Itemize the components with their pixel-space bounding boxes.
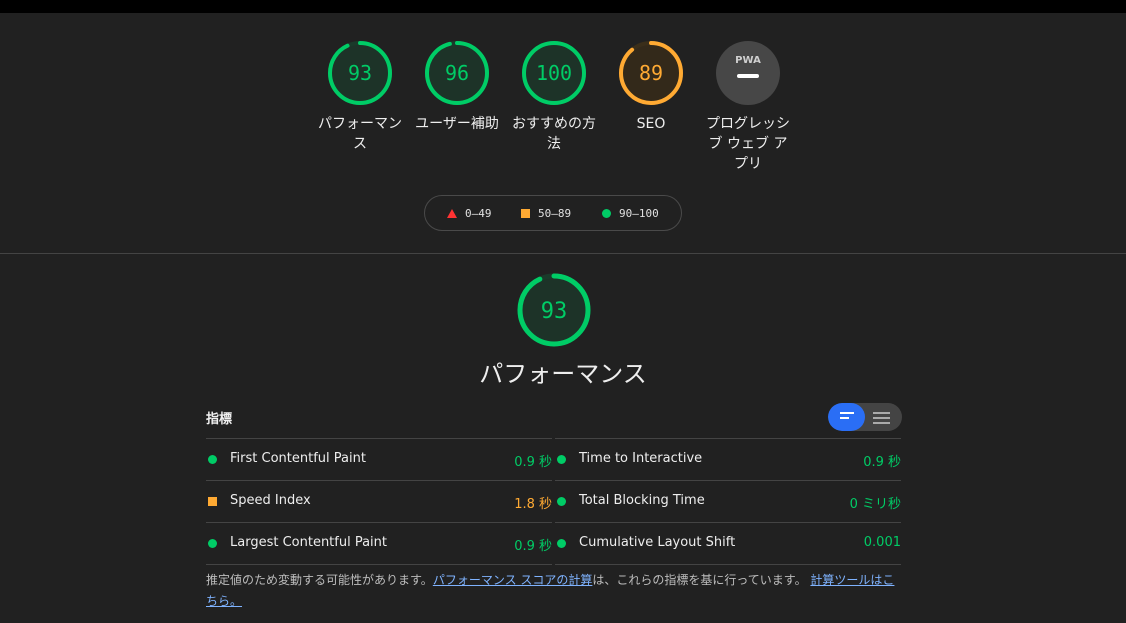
gauge-best-practices-score: 100: [536, 61, 572, 85]
metric-value: 1.8 秒: [514, 497, 552, 512]
gauge-seo-ring: 89: [619, 41, 683, 105]
score-legend: 0–49 50–89 90–100: [424, 195, 682, 231]
metrics-view-toggle[interactable]: [828, 403, 902, 431]
metric-name: Time to Interactive: [579, 451, 703, 466]
pass-circle-icon: [208, 455, 217, 464]
metric-value: 0.9 秒: [514, 539, 552, 554]
metric-value: 0.9 秒: [863, 455, 901, 470]
pass-circle-icon: [557, 539, 566, 548]
pass-circle-icon: [557, 455, 566, 464]
metric-value: 0.9 秒: [514, 455, 552, 470]
gauge-performance-label: パフォーマンス: [318, 116, 402, 152]
average-square-icon: [208, 497, 217, 506]
pwa-dash-icon: [737, 74, 759, 78]
pass-circle-icon: [602, 209, 611, 218]
score-calculation-link[interactable]: パフォーマンス スコアの計算: [433, 573, 593, 587]
metric-name: Total Blocking Time: [579, 493, 705, 508]
note-text-2: は、これらの指標を基に行っています。: [592, 573, 807, 587]
gauge-best-practices[interactable]: 100 おすすめの方法: [506, 40, 602, 154]
legend-fail: 0–49: [447, 207, 492, 220]
category-gauges: 93 パフォーマンス 96 ユーザー補助 100 おすすめの方法 89 SEO: [0, 40, 1126, 180]
metric-row: Largest Contentful Paint 0.9 秒: [206, 522, 552, 565]
metric-name: Cumulative Layout Shift: [579, 535, 736, 550]
metrics-disclaimer: 推定値のため変動する可能性があります。パフォーマンス スコアの計算は、これらの指…: [206, 570, 904, 612]
top-bar: [0, 0, 1126, 13]
gauge-accessibility[interactable]: 96 ユーザー補助: [409, 40, 505, 134]
compact-view-icon: [840, 412, 854, 422]
gauge-seo-label: SEO: [636, 116, 666, 132]
metric-row: Total Blocking Time 0 ミリ秒: [555, 480, 901, 522]
metrics-column-right: Time to Interactive 0.9 秒 Total Blocking…: [555, 438, 901, 565]
expanded-view-icon[interactable]: [873, 412, 890, 427]
legend-pass: 90–100: [602, 207, 659, 220]
gauge-performance-score: 93: [348, 61, 372, 85]
metrics-heading: 指標: [206, 412, 233, 427]
performance-main-ring: 93: [517, 273, 591, 347]
gauge-performance[interactable]: 93 パフォーマンス: [312, 40, 408, 154]
metric-row: Cumulative Layout Shift 0.001: [555, 522, 901, 565]
section-divider: [0, 253, 1126, 254]
metric-row: Time to Interactive 0.9 秒: [555, 438, 901, 480]
metric-row: First Contentful Paint 0.9 秒: [206, 438, 552, 480]
metric-name: First Contentful Paint: [230, 451, 366, 466]
gauge-pwa[interactable]: PWA プログレッシブ ウェブ アプリ: [700, 40, 796, 174]
legend-pass-range: 90–100: [619, 207, 659, 220]
metric-row: Speed Index 1.8 秒: [206, 480, 552, 522]
gauge-seo[interactable]: 89 SEO: [603, 40, 699, 134]
gauge-accessibility-ring: 96: [425, 41, 489, 105]
performance-main-gauge: 93: [516, 272, 592, 352]
average-square-icon: [521, 209, 530, 218]
metric-value: 0.001: [863, 535, 901, 550]
gauge-best-practices-ring: 100: [522, 41, 586, 105]
metric-name: Speed Index: [230, 493, 311, 508]
legend-average: 50–89: [521, 207, 571, 220]
pwa-badge-icon: PWA: [716, 41, 780, 105]
gauge-accessibility-score: 96: [445, 61, 469, 85]
performance-title: パフォーマンス: [479, 360, 647, 388]
note-text-1: 推定値のため変動する可能性があります。: [206, 573, 433, 587]
gauge-seo-score: 89: [639, 61, 663, 85]
gauge-pwa-label: プログレッシブ ウェブ アプリ: [706, 116, 790, 172]
legend-average-range: 50–89: [538, 207, 572, 220]
pass-circle-icon: [557, 497, 566, 506]
gauge-performance-ring: 93: [328, 41, 392, 105]
legend-fail-range: 0–49: [465, 207, 492, 220]
performance-main-score: 93: [541, 299, 568, 324]
metric-value: 0 ミリ秒: [849, 497, 901, 512]
gauge-accessibility-label: ユーザー補助: [415, 116, 499, 132]
metrics-column-left: First Contentful Paint 0.9 秒 Speed Index…: [206, 438, 552, 565]
pass-circle-icon: [208, 539, 217, 548]
fail-triangle-icon: [447, 209, 457, 218]
gauge-best-practices-label: おすすめの方法: [512, 116, 596, 152]
metric-name: Largest Contentful Paint: [230, 535, 388, 550]
pwa-badge-text: PWA: [735, 55, 761, 66]
